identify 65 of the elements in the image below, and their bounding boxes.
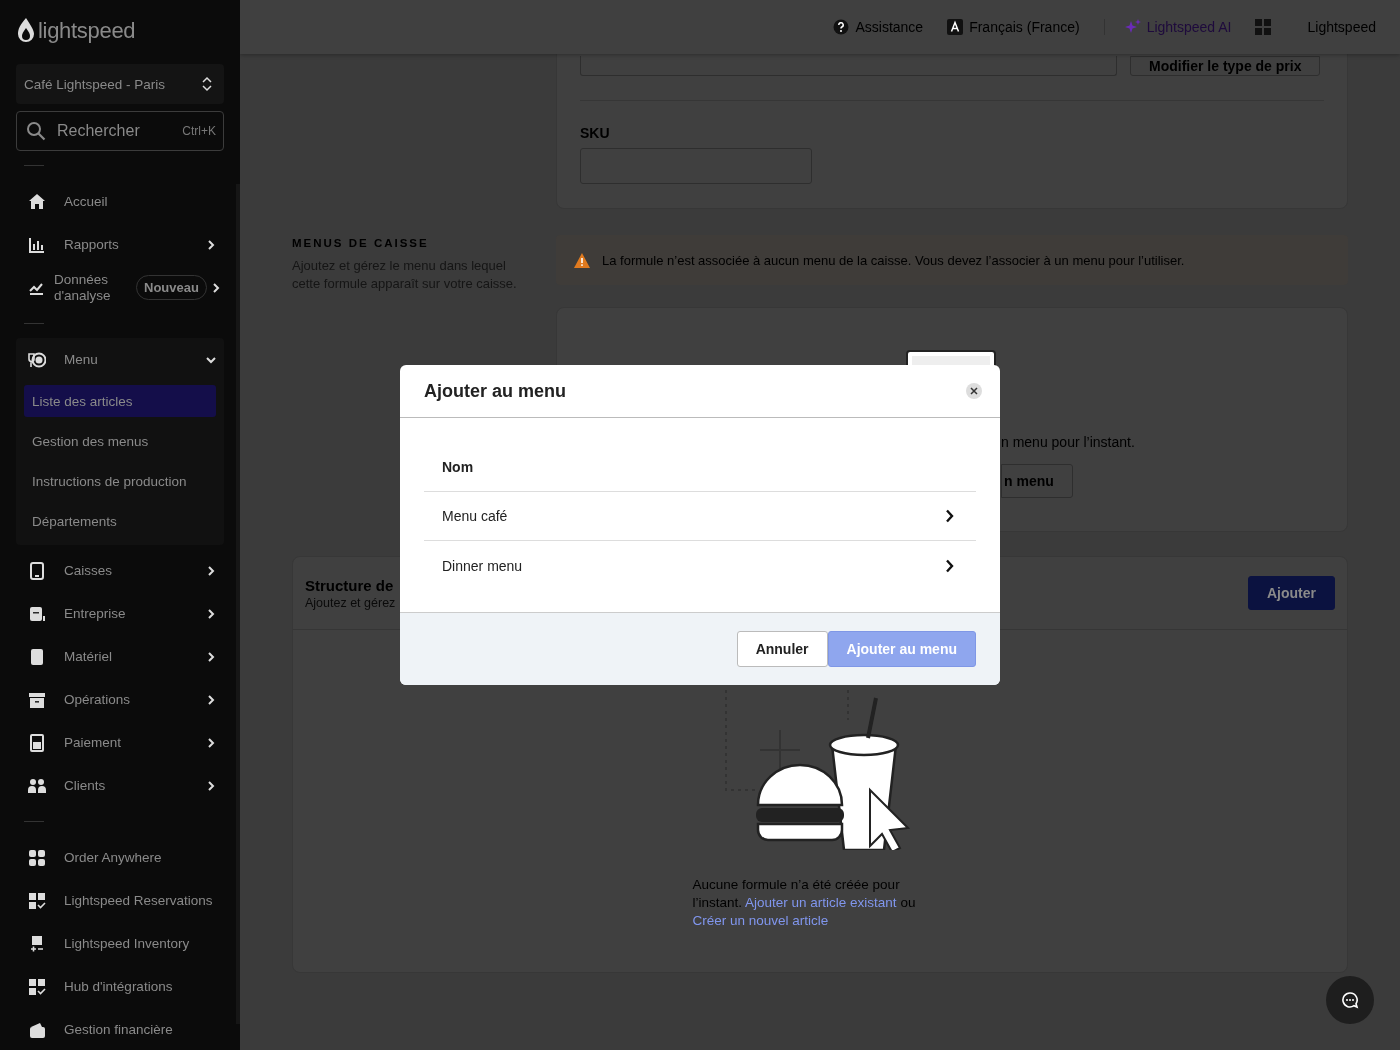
nav-item[interactable]: Lightspeed Reservations bbox=[16, 879, 224, 922]
plate-icon bbox=[28, 350, 46, 369]
menu-row[interactable]: Dinner menu bbox=[424, 541, 976, 590]
phone-icon bbox=[28, 647, 46, 666]
search-icon bbox=[26, 121, 46, 141]
nav-item[interactable]: Order Anywhere bbox=[16, 836, 224, 879]
nav-item[interactable]: Opérations bbox=[16, 678, 224, 721]
grid-icon bbox=[1255, 19, 1272, 35]
people-icon bbox=[28, 776, 46, 795]
apps-button[interactable] bbox=[1255, 19, 1272, 35]
field-label: SKU bbox=[580, 125, 611, 141]
shortcut-label: Ctrl+K bbox=[182, 124, 216, 138]
calculator-icon bbox=[28, 733, 46, 752]
logo-text: lightspeed bbox=[38, 18, 136, 44]
grid-icon bbox=[28, 848, 46, 867]
tablet-icon bbox=[28, 561, 46, 580]
flame-icon bbox=[16, 17, 36, 45]
close-icon bbox=[970, 387, 978, 395]
section-title: MENUS DE CAISSE bbox=[292, 237, 430, 249]
help-icon bbox=[833, 19, 850, 35]
bar-chart-icon bbox=[28, 235, 46, 254]
menu-row[interactable]: Menu café bbox=[424, 492, 976, 541]
nav-item[interactable]: Entreprise bbox=[16, 592, 224, 635]
house-icon bbox=[28, 192, 46, 211]
sparkle-icon bbox=[1124, 19, 1141, 35]
link[interactable]: Ajouter un article existant bbox=[745, 895, 897, 910]
wallet-icon bbox=[28, 1020, 46, 1039]
chat-icon bbox=[1341, 991, 1359, 1009]
grid-check-icon bbox=[28, 891, 46, 910]
dialog-title: Ajouter au menu bbox=[424, 380, 566, 402]
nav-item[interactable]: Paiement bbox=[16, 721, 224, 764]
nav-item[interactable]: Matériel bbox=[16, 635, 224, 678]
document-icon bbox=[28, 604, 46, 623]
cancel-button[interactable]: Annuler bbox=[736, 631, 828, 667]
empty-state-text: n menu pour l’instant. bbox=[1001, 434, 1136, 450]
nav-item[interactable]: Données d'analyse Nouveau bbox=[16, 266, 224, 309]
chevron-right-icon bbox=[945, 509, 954, 523]
warning-text: La formule n’est associée à aucun menu de la caisse. Vous devez l’associer à un menu pour l’utiliser. bbox=[602, 252, 1185, 268]
nav-subitem[interactable]: Instructions de production bbox=[24, 465, 216, 497]
scrollbar[interactable] bbox=[236, 184, 240, 1024]
nav-subitem[interactable]: Liste des articles bbox=[24, 385, 216, 417]
section-title: Structure de bbox=[305, 576, 395, 594]
nav-item[interactable]: Hub d'intégrations bbox=[16, 965, 224, 1008]
link[interactable]: Créer un nouvel article bbox=[692, 913, 829, 928]
nav-item[interactable]: Accueil bbox=[16, 180, 224, 223]
nav-item[interactable]: Clients bbox=[16, 764, 224, 807]
empty-state-text: Aucune formule n’a été créée pour l’instant. Ajouter un article existant ou Créer un nouvel article bbox=[692, 876, 917, 930]
nav-item[interactable]: Gestion financière bbox=[16, 1008, 224, 1050]
box-icon bbox=[28, 934, 46, 953]
add-button[interactable]: Ajouter bbox=[1248, 576, 1335, 610]
nav-subitem[interactable]: Gestion des menus bbox=[24, 425, 216, 457]
nav-item[interactable]: Menu bbox=[16, 338, 224, 381]
archive-icon bbox=[28, 690, 46, 709]
nav-subitem[interactable]: Départements bbox=[24, 505, 216, 537]
store-selector[interactable]: Café Lightspeed - Paris bbox=[16, 64, 224, 104]
nav-item[interactable]: Lightspeed Inventory bbox=[16, 922, 224, 965]
letter-icon bbox=[947, 19, 964, 35]
chevron-right-icon bbox=[945, 558, 954, 573]
close-button[interactable] bbox=[966, 383, 982, 399]
warning-icon bbox=[574, 252, 590, 268]
column-header: Nom bbox=[424, 442, 976, 492]
nav-item[interactable]: Rapports bbox=[16, 223, 224, 266]
grid-check-icon bbox=[28, 977, 46, 996]
sort-icon bbox=[202, 76, 212, 92]
nav-item[interactable]: Caisses bbox=[16, 549, 224, 592]
